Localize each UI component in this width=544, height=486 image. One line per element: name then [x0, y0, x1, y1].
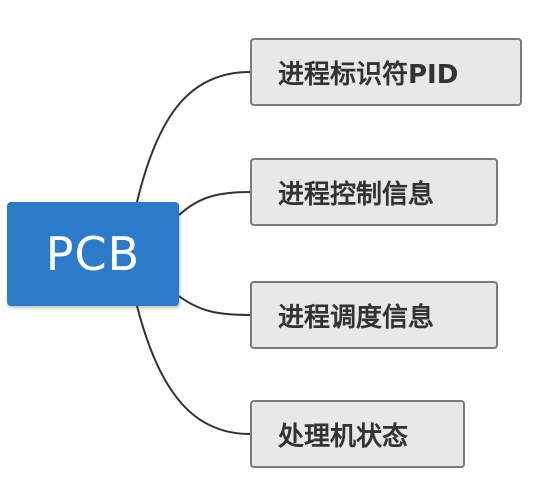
connector-to-pid [136, 71, 251, 203]
topic-node-label: 进程调度信息 [278, 302, 435, 333]
connector-to-scheduling-info [178, 295, 251, 316]
topic-node-pid[interactable]: 进程标识符PID [250, 38, 522, 106]
topic-node-label: 处理机状态 [278, 421, 409, 452]
root-node-pcb[interactable]: PCB [7, 202, 179, 306]
topic-node-label: 进程标识符PID [278, 59, 459, 90]
root-node-label: PCB [45, 227, 141, 281]
topic-node-label: 进程控制信息 [278, 179, 435, 210]
connector-to-processor-state [136, 305, 251, 435]
topic-node-processor-state[interactable]: 处理机状态 [250, 400, 465, 468]
topic-node-scheduling-info[interactable]: 进程调度信息 [250, 281, 498, 349]
mind-map: PCB 进程标识符PID 进程控制信息 进程调度信息 处理机状态 [0, 0, 544, 486]
connector-to-control-info [178, 191, 251, 216]
topic-node-control-info[interactable]: 进程控制信息 [250, 158, 498, 226]
